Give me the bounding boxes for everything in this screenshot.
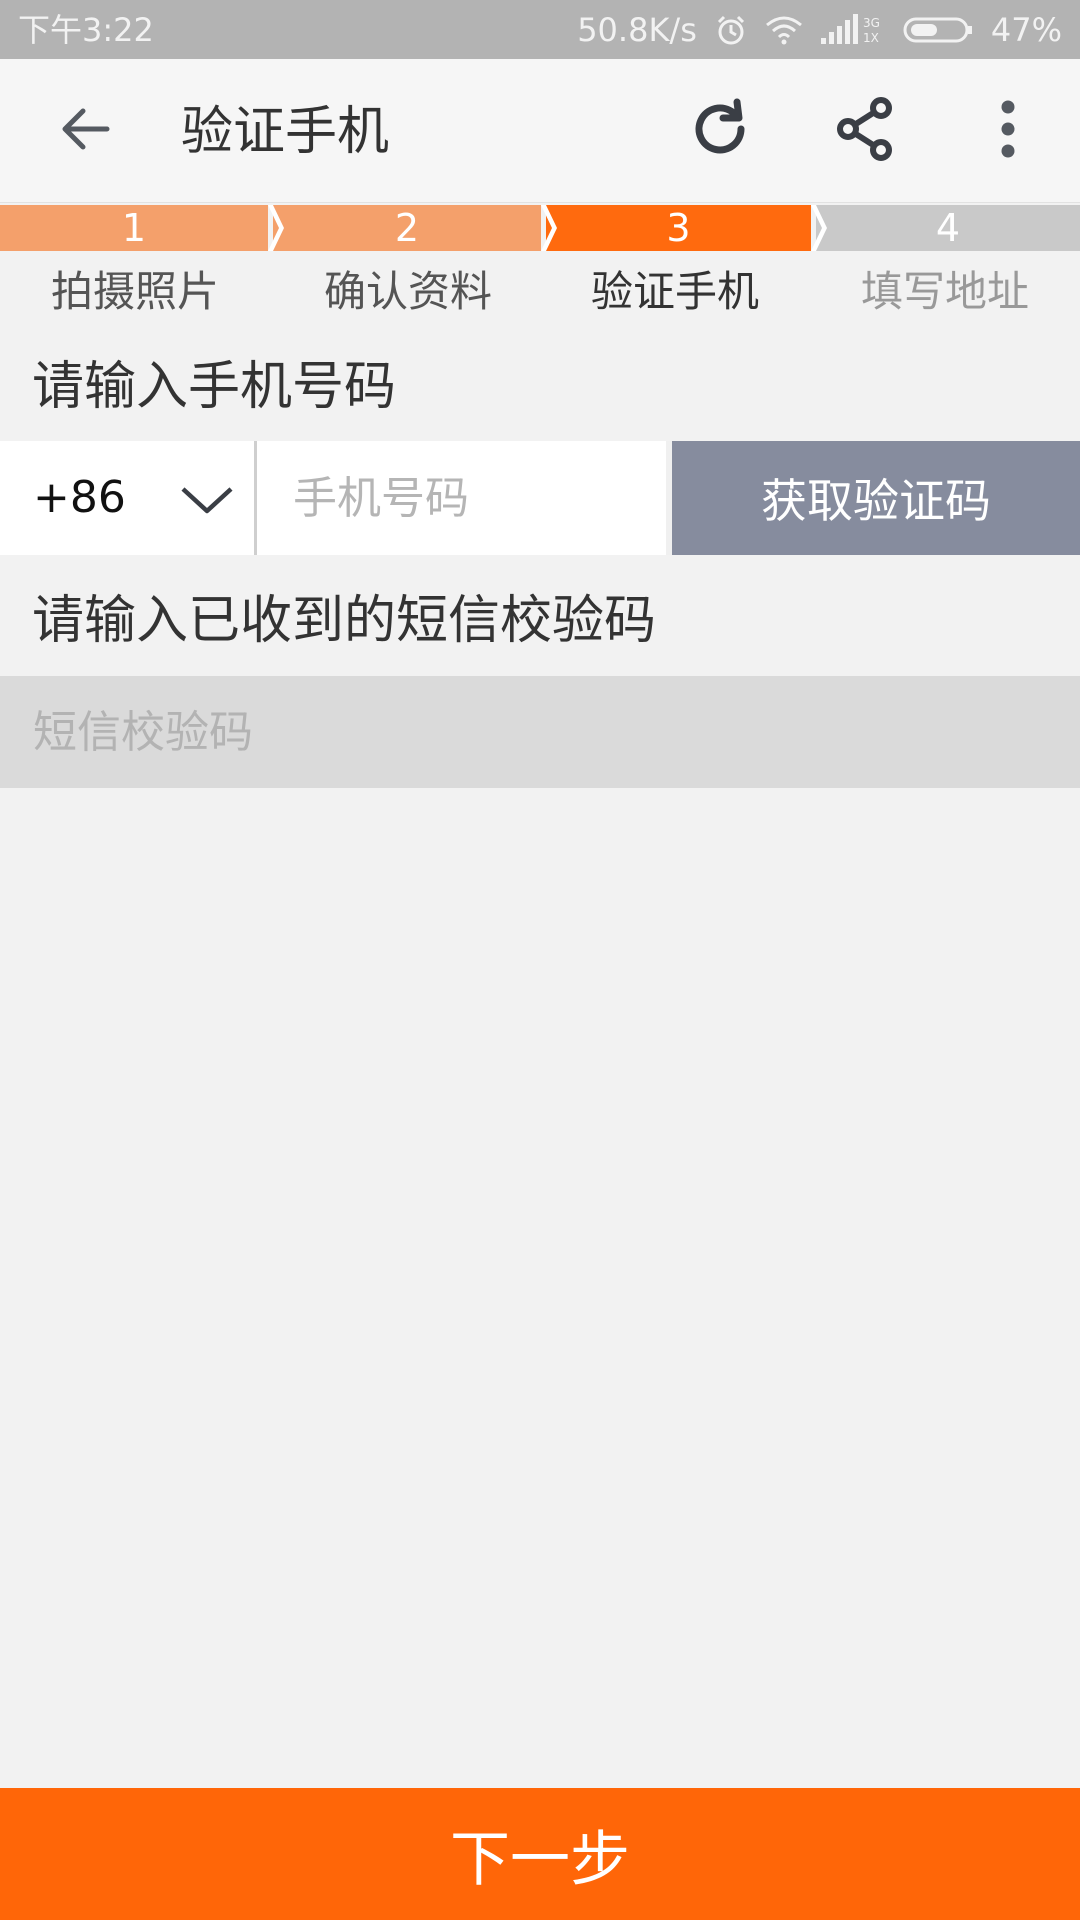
app-bar: 验证手机 <box>0 59 1080 203</box>
step-1: 1 <box>0 205 268 251</box>
page-title: 验证手机 <box>181 102 390 162</box>
progress-stepper: 1 2 3 4 <box>0 205 1080 251</box>
sms-section-heading: 请输入已收到的短信校验码 <box>32 591 657 651</box>
back-button[interactable] <box>48 94 122 168</box>
phone-input-row: +86 获取验证码 <box>0 441 1080 555</box>
step-4-label: 填写地址 <box>860 267 1029 316</box>
phone-number-input[interactable] <box>257 441 666 555</box>
more-vert-icon <box>998 99 1018 163</box>
step-4-number: 4 <box>935 206 961 250</box>
phone-section-heading: 请输入手机号码 <box>32 357 397 417</box>
sms-code-input[interactable] <box>0 676 1080 788</box>
get-verification-code-button[interactable]: 获取验证码 <box>672 441 1080 555</box>
wifi-icon <box>765 15 803 45</box>
step-3-number: 3 <box>666 206 691 250</box>
signal-icon: 3G 1X <box>820 14 885 46</box>
verify-phone-screen: 下午3:22 50.8K/s 3G 1X 47% 验证手机 1 2 3 4 拍摄… <box>0 0 1080 1920</box>
refresh-button[interactable] <box>683 94 757 168</box>
share-button[interactable] <box>828 94 902 168</box>
more-options-button[interactable] <box>971 94 1045 168</box>
status-bar: 下午3:22 50.8K/s 3G 1X 47% <box>0 0 1080 59</box>
step-3-label: 验证手机 <box>590 267 759 316</box>
battery-percent: 47% <box>990 11 1062 49</box>
step-3: 3 <box>546 205 811 251</box>
share-icon <box>834 96 896 166</box>
step-2: 2 <box>273 205 541 251</box>
step-2-label: 确认资料 <box>323 267 492 316</box>
status-time: 下午3:22 <box>18 11 154 49</box>
back-arrow-icon <box>59 103 111 159</box>
country-code-select[interactable]: +86 <box>0 441 254 555</box>
next-step-button[interactable]: 下一步 <box>0 1788 1080 1920</box>
step-2-number: 2 <box>394 206 420 250</box>
status-right-group: 50.8K/s 3G 1X 47% <box>577 12 1062 48</box>
network-speed: 50.8K/s <box>577 11 697 49</box>
svg-text:1X: 1X <box>863 31 879 45</box>
chevron-down-icon <box>180 485 234 519</box>
step-4: 4 <box>816 205 1080 251</box>
battery-icon <box>903 16 973 44</box>
step-labels: 拍摄照片 确认资料 验证手机 填写地址 <box>0 262 1080 322</box>
refresh-icon <box>687 96 753 166</box>
step-1-label: 拍摄照片 <box>50 267 219 316</box>
step-1-number: 1 <box>121 206 147 250</box>
country-code-value: +86 <box>33 472 126 523</box>
alarm-icon <box>715 14 747 46</box>
svg-text:3G: 3G <box>863 16 880 30</box>
